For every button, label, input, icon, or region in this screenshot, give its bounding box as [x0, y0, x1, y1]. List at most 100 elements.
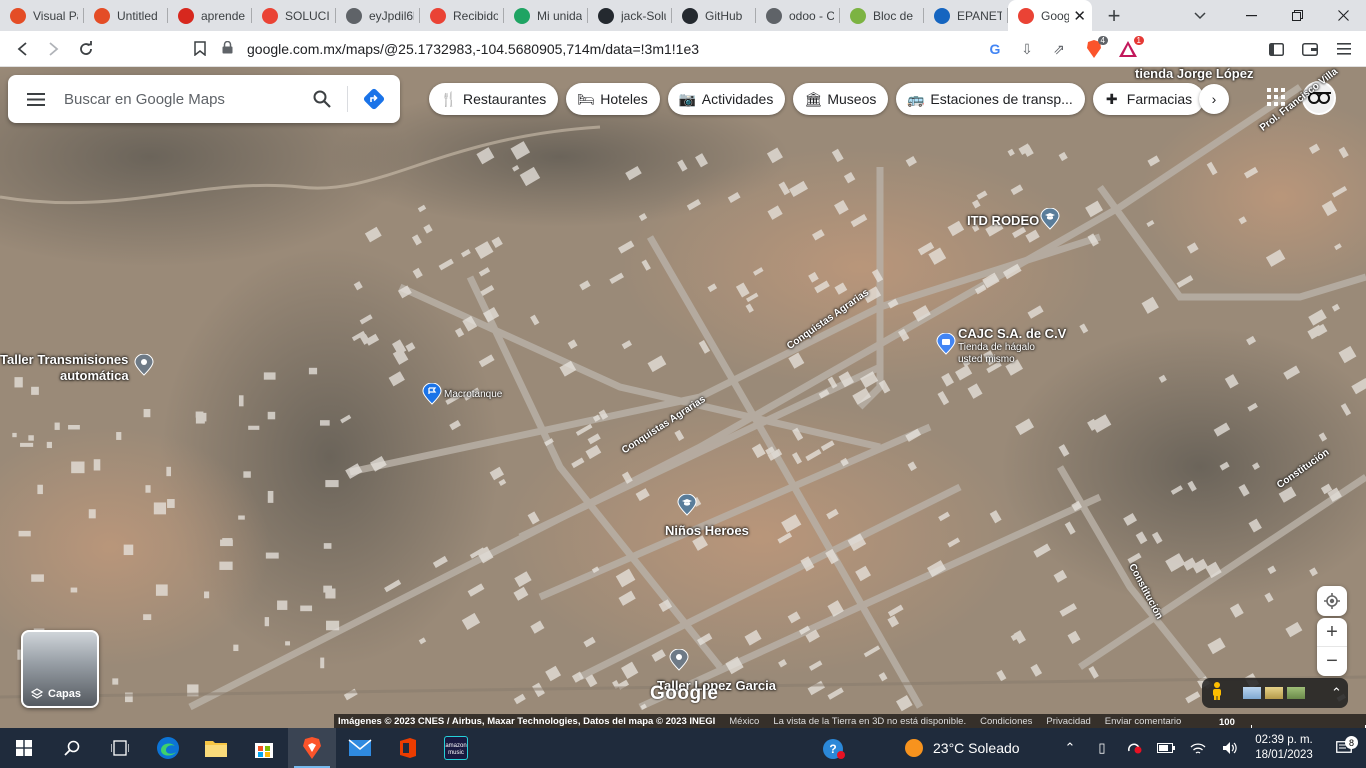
place-label-itd[interactable]: ITD RODEO	[967, 213, 1039, 228]
wifi-icon[interactable]	[1182, 742, 1214, 755]
school-pin-icon[interactable]	[1039, 208, 1061, 230]
chip-1[interactable]: 🛏 Hoteles	[566, 83, 660, 115]
chip-0[interactable]: 🍴 Restaurantes	[429, 83, 559, 115]
satellite-map[interactable]: Buscar en Google Maps 🍴 Restaurantes 🛏 Hote…	[0, 67, 1366, 728]
location-pin-icon[interactable]	[421, 383, 443, 405]
hamburger-menu-icon[interactable]	[8, 92, 64, 106]
imagery-thumb-1[interactable]	[1243, 687, 1261, 699]
google-g-icon[interactable]: G	[984, 41, 1006, 58]
tab-9[interactable]: odoo - C	[756, 0, 840, 31]
start-icon[interactable]	[0, 728, 48, 768]
place-label-cajc[interactable]: CAJC S.A. de C.V	[958, 326, 1066, 341]
tab-3[interactable]: SOLUCIO	[252, 0, 336, 31]
chip-4[interactable]: 🚌 Estaciones de transp...	[896, 83, 1085, 115]
chip-5[interactable]: ✚ Farmacias	[1092, 83, 1205, 115]
bookmark-icon[interactable]	[184, 33, 216, 65]
store-icon[interactable]	[240, 728, 288, 768]
office-icon[interactable]	[384, 728, 432, 768]
place-label-macrotanque[interactable]: Macrotanque	[444, 389, 502, 400]
sun-icon	[905, 739, 923, 757]
country-link[interactable]: México	[729, 716, 759, 727]
amazon-music-icon[interactable]: amazon music	[432, 728, 480, 768]
place-label-tienda[interactable]: tienda Jorge López	[1135, 67, 1253, 81]
install-icon[interactable]: ⇩	[1016, 41, 1038, 58]
tab-8[interactable]: GitHub	[672, 0, 756, 31]
search-input[interactable]: Buscar en Google Maps	[64, 91, 296, 108]
house-block	[320, 657, 325, 669]
weather-widget[interactable]: 23°C Soleado	[904, 738, 1054, 758]
sidebar-icon[interactable]	[1262, 35, 1290, 63]
volume-icon[interactable]	[1214, 741, 1246, 755]
notification-icon[interactable]: 8	[1322, 736, 1366, 755]
antivirus-icon[interactable]	[1118, 742, 1150, 754]
search-taskbar-icon[interactable]	[48, 728, 96, 768]
reload-icon[interactable]	[70, 33, 102, 65]
search-icon[interactable]	[296, 86, 348, 112]
file-explorer-icon[interactable]	[192, 728, 240, 768]
chip-2[interactable]: 📷 Actividades	[667, 83, 786, 115]
new-tab-button[interactable]: +	[1092, 0, 1136, 31]
chevron-right-icon[interactable]: ›	[1199, 84, 1229, 114]
share-icon[interactable]: ⇗	[1048, 41, 1070, 58]
tab-search-icon[interactable]	[1182, 0, 1218, 31]
pegman-icon[interactable]	[1211, 681, 1223, 706]
tab-7[interactable]: jack-Solu	[588, 0, 672, 31]
repair-pin-icon[interactable]	[133, 354, 155, 376]
place-label-taller-1a[interactable]: Taller Transmisiones	[0, 352, 128, 367]
imagery-thumb-2[interactable]	[1265, 687, 1283, 699]
house-block	[265, 552, 279, 559]
forward-icon[interactable]	[38, 33, 70, 65]
imagery-thumb-3[interactable]	[1287, 687, 1305, 699]
clock[interactable]: 02:39 p. m. 18/01/2023	[1246, 733, 1322, 763]
zoom-out-button[interactable]: −	[1317, 647, 1347, 676]
battery-icon[interactable]	[1150, 743, 1182, 753]
tab-10[interactable]: Bloc de	[840, 0, 924, 31]
feedback-link[interactable]: Enviar comentario	[1105, 716, 1182, 727]
tab-6[interactable]: Mi unida	[504, 0, 588, 31]
tab-4[interactable]: eyJpdil6l	[336, 0, 420, 31]
directions-icon[interactable]	[348, 87, 400, 111]
tab-1[interactable]: Untitled	[84, 0, 168, 31]
epanet-icon	[934, 7, 950, 24]
satellite-imagery[interactable]	[0, 67, 1366, 728]
house-block	[31, 574, 44, 582]
place-label-ninos-heroes[interactable]: Niños Heroes	[665, 523, 749, 538]
phone-link-icon[interactable]: ▯	[1086, 740, 1118, 756]
tab-title: Recibido	[453, 8, 498, 23]
brave-rewards-icon[interactable]: 1	[1114, 35, 1144, 63]
tab-5[interactable]: Recibido	[420, 0, 504, 31]
edge-icon[interactable]	[144, 728, 192, 768]
privacy-link[interactable]: Privacidad	[1046, 716, 1090, 727]
help-icon[interactable]: ?	[822, 738, 846, 765]
place-label-taller-1b[interactable]: automática	[60, 368, 129, 383]
tab-2[interactable]: aprende	[168, 0, 252, 31]
school-pin-icon-2[interactable]	[676, 494, 698, 516]
my-location-button[interactable]	[1317, 586, 1347, 616]
tab-title: aprende	[201, 8, 246, 23]
chip-3[interactable]: 🏛 Museos	[793, 83, 889, 115]
shopping-pin-icon[interactable]	[935, 333, 957, 355]
minimize-icon[interactable]	[1228, 0, 1274, 31]
scale-bar[interactable]: 100 m	[1219, 717, 1366, 728]
close-window-icon[interactable]	[1320, 0, 1366, 31]
tab-12[interactable]: Goog ✕	[1008, 0, 1092, 31]
wallet-icon[interactable]	[1296, 35, 1324, 63]
restore-icon[interactable]	[1274, 0, 1320, 31]
repair-pin-icon-2[interactable]	[668, 649, 690, 671]
tab-0[interactable]: Visual Pa	[0, 0, 84, 31]
expand-up-icon[interactable]: ⌃	[1331, 685, 1342, 701]
task-view-icon[interactable]	[96, 728, 144, 768]
zoom-in-button[interactable]: +	[1317, 618, 1347, 647]
brave-browser-icon[interactable]	[288, 728, 336, 768]
address-bar[interactable]: google.com.mx/maps/@25.1732983,-104.5680…	[222, 34, 1070, 64]
close-tab-icon[interactable]: ✕	[1073, 7, 1086, 25]
brave-shield-icon[interactable]: 4	[1080, 35, 1108, 63]
tab-11[interactable]: EPANET	[924, 0, 1008, 31]
tray-chevron-up-icon[interactable]: ⌃	[1054, 740, 1086, 756]
mail-icon[interactable]	[336, 728, 384, 768]
layers-button[interactable]: Capas	[21, 630, 99, 708]
terms-link[interactable]: Condiciones	[980, 716, 1032, 727]
url-text[interactable]: google.com.mx/maps/@25.1732983,-104.5680…	[247, 41, 699, 57]
back-icon[interactable]	[6, 33, 38, 65]
menu-icon[interactable]	[1330, 35, 1358, 63]
